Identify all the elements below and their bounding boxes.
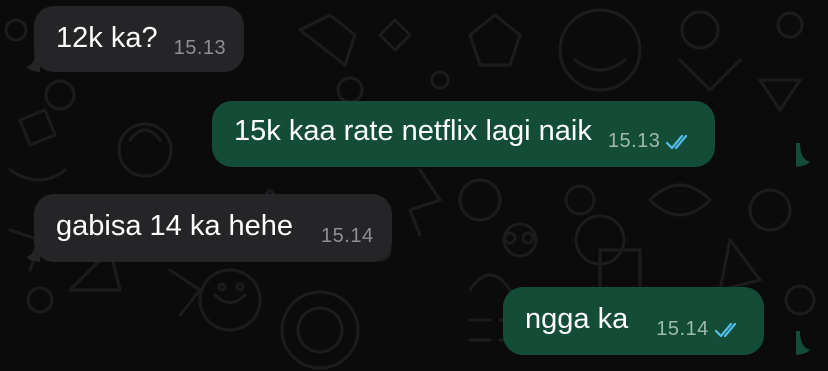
message-text: ngga ka bbox=[525, 303, 629, 335]
message-time: 15.14 bbox=[656, 318, 709, 340]
outgoing-bubble-tail bbox=[796, 331, 810, 355]
message-time: 15.13 bbox=[173, 37, 227, 59]
read-double-check-icon bbox=[714, 322, 736, 337]
message-bubble-outgoing[interactable]: ngga ka 15.14 bbox=[503, 287, 764, 355]
chat-conversation: 12k ka? 15.13 15k kaa rate netflix lagi … bbox=[0, 0, 828, 371]
message-bubble-incoming[interactable]: 12k ka? 15.13 bbox=[34, 6, 245, 72]
message-text: 15k kaa rate netflix lagi naik bbox=[234, 115, 592, 147]
message-meta: 15.13 bbox=[174, 37, 227, 60]
message-bubble-incoming[interactable]: gabisa 14 ka hehe 15.14 bbox=[34, 194, 392, 262]
message-time: 15.13 bbox=[607, 130, 661, 152]
message-bubble-outgoing[interactable]: 15k kaa rate netflix lagi naik 15.13 bbox=[212, 101, 716, 167]
message-text: gabisa 14 ka hehe bbox=[56, 210, 294, 242]
message-meta: 15.14 bbox=[321, 225, 374, 248]
message-time: 15.14 bbox=[321, 225, 374, 247]
message-meta: 15.14 bbox=[656, 318, 742, 341]
read-double-check-icon bbox=[666, 134, 688, 149]
outgoing-bubble-tail bbox=[796, 143, 810, 167]
message-meta: 15.13 bbox=[608, 130, 694, 153]
message-text: 12k ka? bbox=[56, 22, 158, 54]
